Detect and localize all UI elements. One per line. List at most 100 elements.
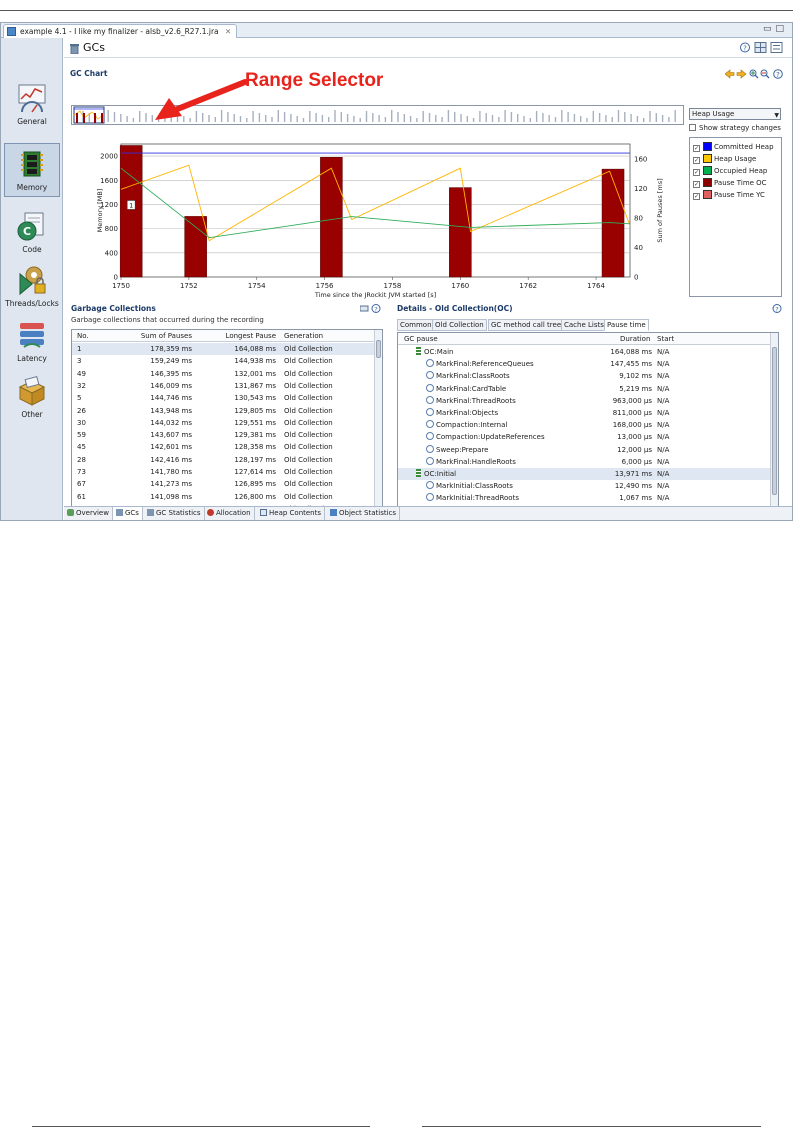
legend-checkbox[interactable]: ✓ [693, 157, 700, 164]
gc-sum-cell: 142,601 ms [150, 443, 192, 452]
table-row[interactable]: 1 178,359 ms 164,088 ms Old Collection [72, 343, 375, 356]
checkbox-box[interactable] [689, 124, 696, 131]
col-generation[interactable]: Generation [284, 330, 323, 342]
legend-item-heap-usage[interactable]: ✓ Heap Usage [690, 153, 781, 165]
legend-item-occupied-heap[interactable]: ✓ Occupied Heap [690, 165, 781, 177]
pause-time-bar [119, 145, 143, 278]
details-panel: Details - Old Collection(OC) ? Common Ol… [394, 304, 786, 518]
zoom-out-icon[interactable] [760, 69, 770, 79]
sidebar-item-memory[interactable]: Memory [4, 143, 60, 197]
tree-row[interactable]: Compaction:Internal 168,000 µs N/A [398, 419, 771, 431]
gc-chart-svg[interactable]: 0400800120016002000040801201601750 1752 17… [71, 141, 684, 301]
help-icon[interactable]: ? [740, 42, 750, 53]
overview-bar [491, 115, 494, 122]
layout-grid-icon[interactable] [754, 42, 767, 53]
heap-usage-select[interactable]: Heap Usage ▼ [689, 108, 781, 120]
table-row[interactable]: 67 141,273 ms 126,895 ms Old Collection [72, 478, 375, 490]
pause-start-cell: N/A [657, 360, 670, 369]
tab-gc-method-call-tree[interactable]: GC method call tree [488, 319, 565, 331]
overview-bar [359, 118, 361, 122]
help-icon[interactable]: ? [773, 69, 783, 79]
tab-common[interactable]: Common [397, 319, 435, 331]
legend-checkbox[interactable]: ✓ [693, 193, 700, 200]
minimize-panel-icon[interactable] [360, 305, 369, 312]
legend-checkbox[interactable]: ✓ [693, 181, 700, 188]
gc-generation-cell: Old Collection [284, 345, 333, 353]
scroll-thumb[interactable] [376, 340, 381, 358]
tab-overview[interactable]: Overview [64, 507, 113, 520]
tree-row[interactable]: OC:Initial 13,971 ms N/A [398, 468, 771, 481]
gc-longest-cell: 131,867 ms [234, 381, 276, 390]
tab-allocation[interactable]: Allocation [204, 507, 255, 520]
sidebar-item-latency[interactable]: Latency [4, 315, 60, 369]
tab-pause-time[interactable]: Pause time [604, 319, 649, 331]
table-row[interactable]: 32 146,009 ms 131,867 ms Old Collection [72, 380, 375, 392]
sidebar-item-general[interactable]: General [4, 78, 60, 132]
tree-row[interactable]: OC:Main 164,088 ms N/A [398, 346, 771, 358]
table-row[interactable]: 45 142,601 ms 128,358 ms Old Collection [72, 441, 375, 453]
arrow-right-icon[interactable] [736, 69, 747, 79]
tree-row[interactable]: MarkFinal:ThreadRoots 963,000 µs N/A [398, 395, 771, 407]
table-row[interactable]: 28 142,416 ms 128,197 ms Old Collection [72, 454, 375, 466]
gc-no-cell: 61 [77, 492, 86, 501]
table-row[interactable]: 3 159,249 ms 144,938 ms Old Collection [72, 355, 375, 367]
legend-checkbox[interactable]: ✓ [693, 169, 700, 176]
overview-bar [573, 114, 576, 122]
table-row[interactable]: 26 143,948 ms 129,805 ms Old Collection [72, 405, 375, 417]
col-duration[interactable]: Duration [620, 333, 650, 345]
show-strategy-changes-checkbox[interactable]: Show strategy changes [689, 124, 781, 132]
gc-chart[interactable]: 0 400 800 1200 1600 2000 0 40 80 120 160 1750 1752 17… [71, 141, 684, 301]
tab-heap-contents[interactable]: Heap Contents [257, 507, 326, 520]
legend-item-pause-time-yc[interactable]: ✓ Pause Time YC [690, 189, 781, 201]
col-gc-pause[interactable]: GC pause [404, 333, 438, 345]
table-row[interactable]: 30 144,032 ms 129,551 ms Old Collection [72, 417, 375, 429]
minimize-icon[interactable]: ▭ [763, 24, 776, 34]
tree-row[interactable]: Compaction:UpdateReferences 13,000 µs N/A [398, 431, 771, 443]
tab-cache-lists[interactable]: Cache Lists [561, 319, 607, 331]
tab-object-statistics[interactable]: Object Statistics [327, 507, 401, 520]
tree-row[interactable]: Sweep:Prepare 12,000 µs N/A [398, 444, 771, 456]
scroll-thumb[interactable] [772, 347, 777, 495]
help-icon[interactable]: ? [371, 304, 381, 314]
tree-row[interactable]: MarkFinal:ClassRoots 9,102 ms N/A [398, 370, 771, 382]
legend-item-committed-heap[interactable]: ✓ Committed Heap [690, 141, 781, 153]
legend-checkbox[interactable]: ✓ [693, 145, 700, 152]
col-start[interactable]: Start [657, 333, 674, 345]
pause-time-scrollbar[interactable] [770, 333, 778, 516]
close-tab-icon[interactable]: ✕ [225, 27, 231, 36]
legend-item-pause-time-oc[interactable]: ✓ Pause Time OC [690, 177, 781, 189]
editor-tab[interactable]: example 4.1 - I like my finalizer - alsb… [3, 24, 238, 38]
overview-bar [252, 111, 254, 122]
gc-table: No. Sum of Pauses Longest Pause Generati… [71, 329, 383, 517]
zoom-in-icon[interactable] [749, 69, 759, 79]
table-row[interactable]: 59 143,607 ms 129,381 ms Old Collection [72, 429, 375, 441]
tab-gc-statistics-label: GC Statistics [156, 509, 201, 517]
tree-row[interactable]: MarkFinal:CardTable 5,219 ms N/A [398, 383, 771, 395]
tree-row[interactable]: MarkFinal:Objects 811,000 µs N/A [398, 407, 771, 419]
tab-gc-statistics[interactable]: GC Statistics [144, 507, 205, 520]
col-no[interactable]: No. [77, 330, 89, 342]
pause-name-text: Sweep:Prepare [436, 445, 489, 454]
tab-old-collection[interactable]: Old Collection [432, 319, 487, 331]
tree-row[interactable]: MarkFinal:ReferenceQueues 147,455 ms N/A [398, 358, 771, 370]
table-row[interactable]: 5 144,746 ms 130,543 ms Old Collection [72, 392, 375, 404]
layout-list-icon[interactable] [770, 42, 783, 53]
col-sum-of-pauses[interactable]: Sum of Pauses [112, 330, 192, 342]
arrow-left-icon[interactable] [725, 69, 735, 79]
table-row[interactable]: 73 141,780 ms 127,614 ms Old Collection [72, 466, 375, 478]
table-row[interactable]: 49 146,395 ms 132,001 ms Old Collection [72, 368, 375, 380]
sidebar-item-other[interactable]: Other [4, 371, 60, 425]
sidebar-item-code[interactable]: C Code [4, 206, 60, 260]
x-axis-label: Time since the JRockit JVM started [s] [314, 291, 436, 299]
gc-generation-cell: Old Collection [284, 455, 333, 464]
col-longest-pause[interactable]: Longest Pause [198, 330, 276, 342]
table-row[interactable]: 61 141,098 ms 126,800 ms Old Collection [72, 491, 375, 503]
tree-row[interactable]: MarkInitial:ClassRoots 12,490 ms N/A [398, 480, 771, 492]
tree-row[interactable]: MarkFinal:HandleRoots 6,000 µs N/A [398, 456, 771, 468]
help-icon[interactable]: ? [772, 304, 782, 313]
tree-row[interactable]: MarkInitial:ThreadRoots 1,067 ms N/A [398, 492, 771, 504]
sidebar-item-threads-locks[interactable]: Threads/Locks [4, 260, 60, 314]
gc-table-scrollbar[interactable] [374, 330, 382, 516]
maximize-icon[interactable]: □ [775, 24, 788, 34]
tab-gcs[interactable]: GCs [113, 507, 143, 520]
